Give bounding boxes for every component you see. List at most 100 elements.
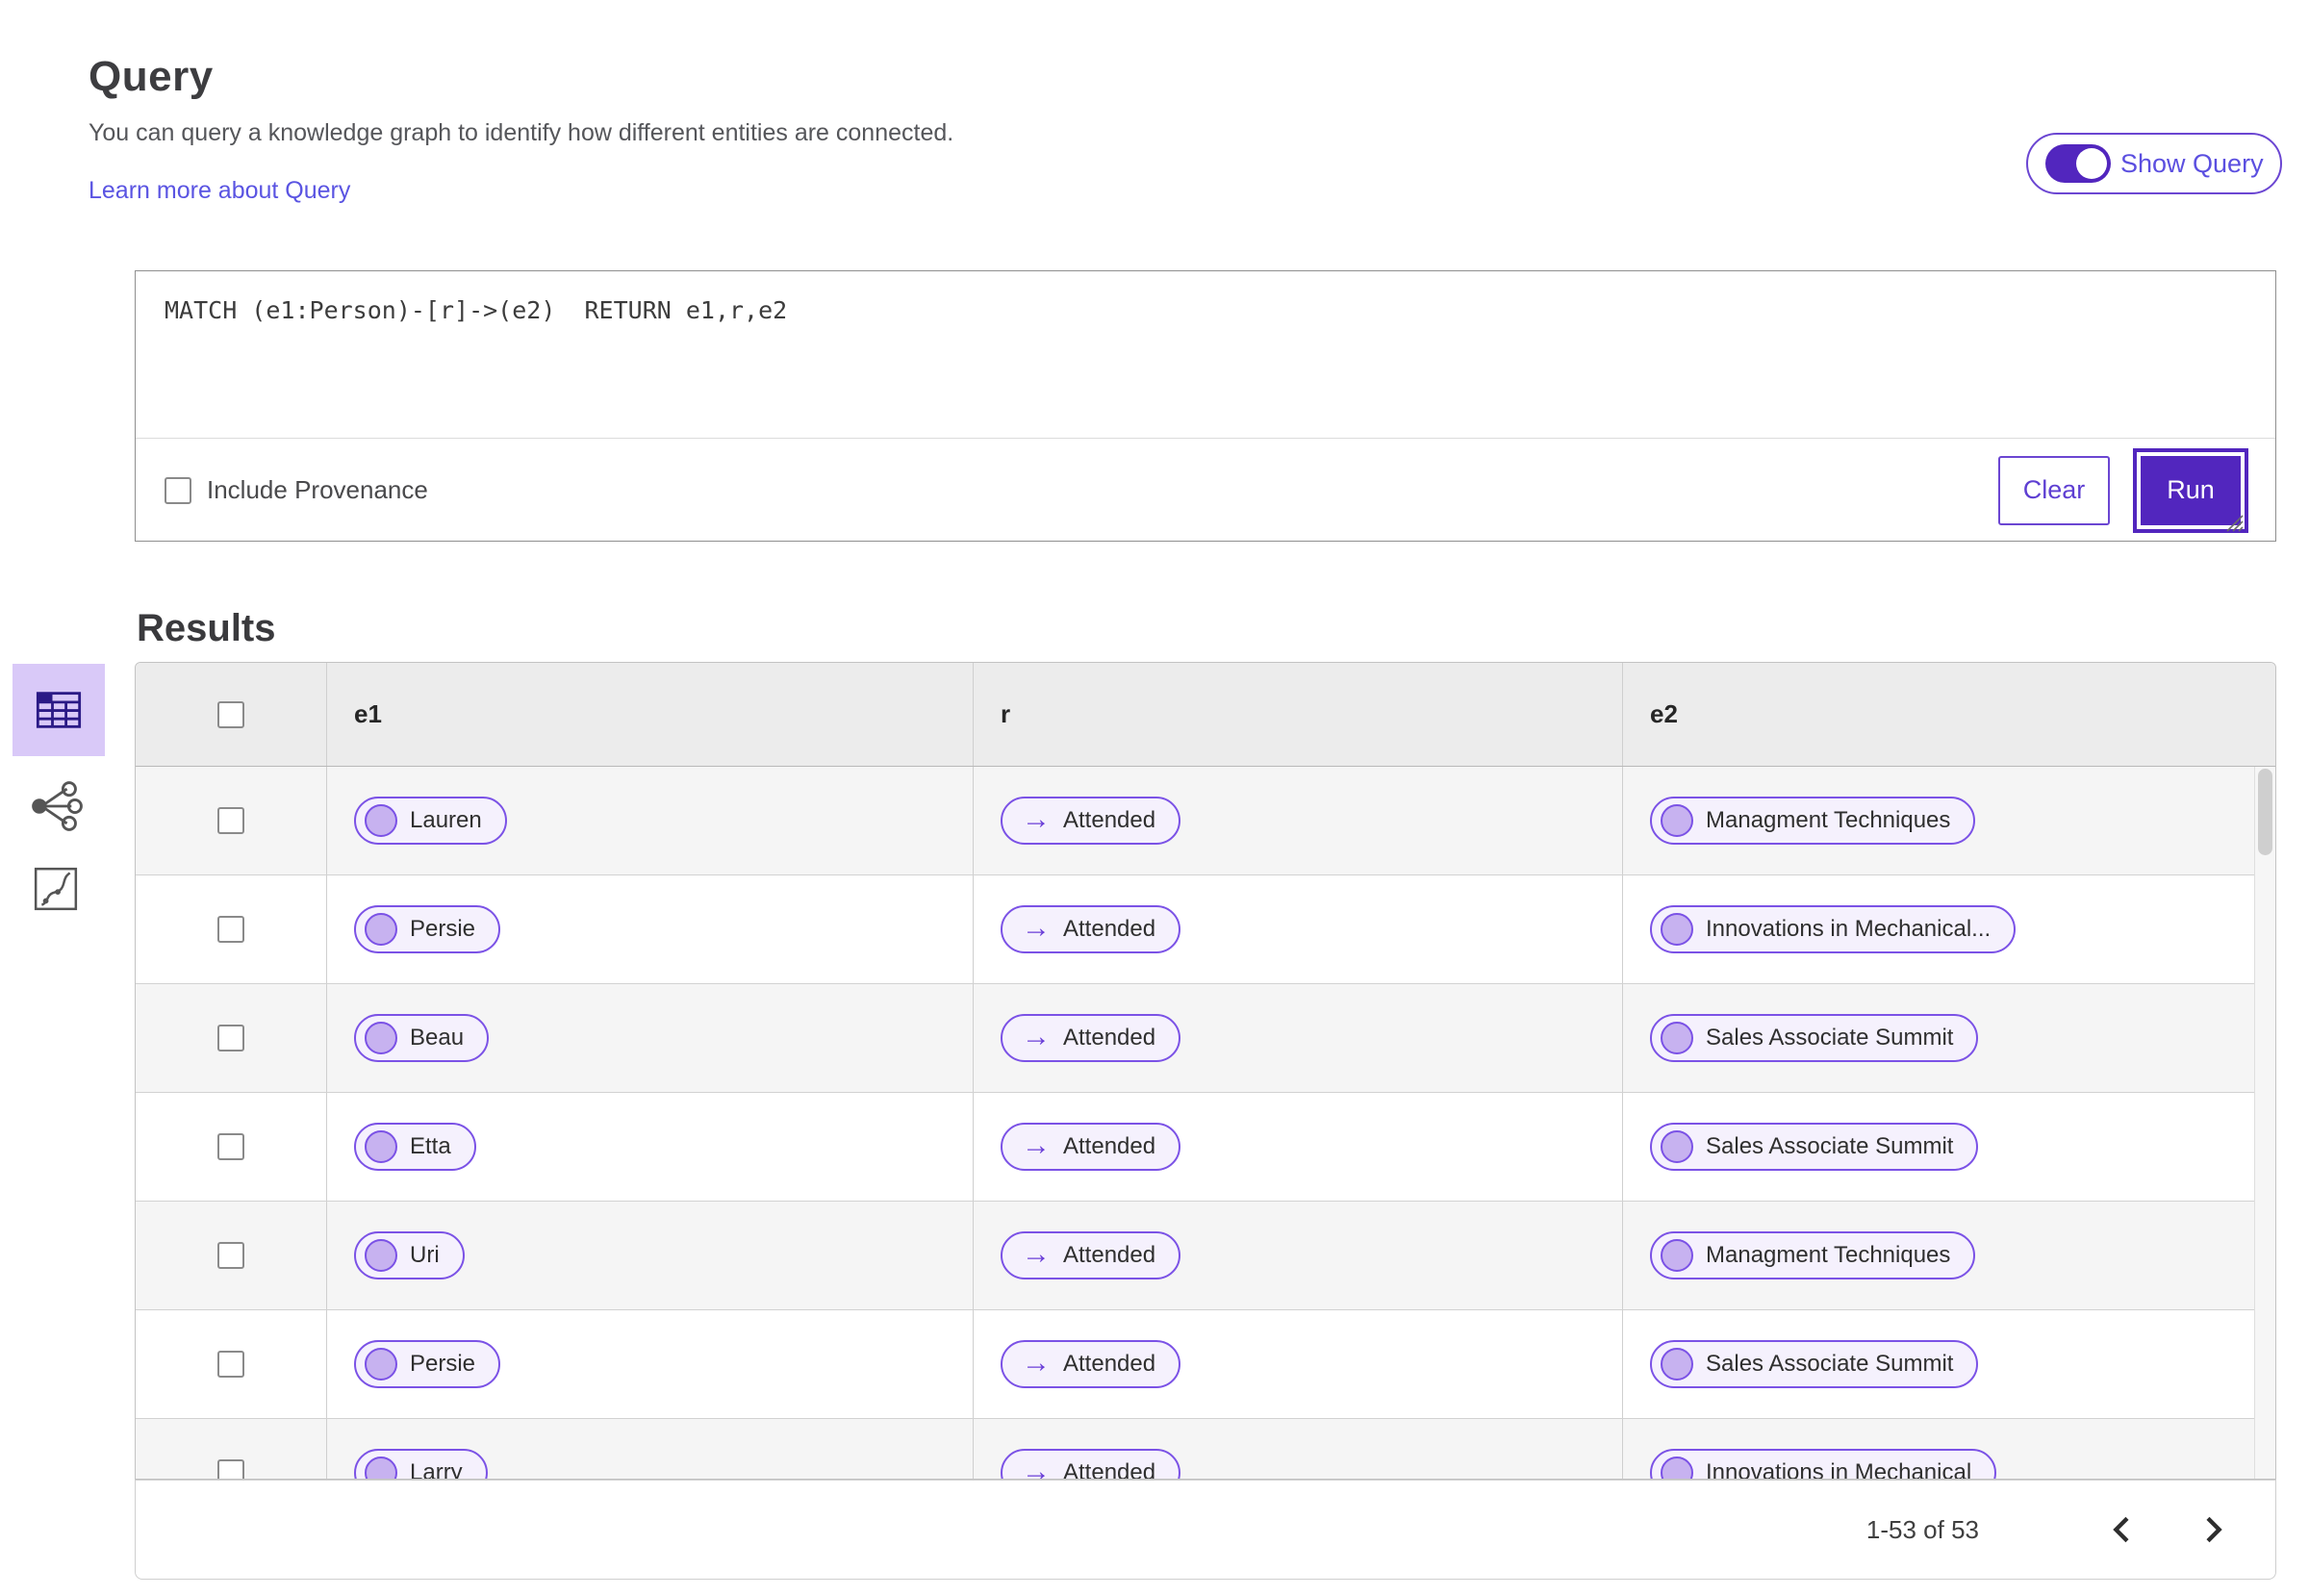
entity-label: Uri	[410, 1242, 440, 1268]
entity-circle-icon	[365, 1348, 397, 1381]
entity-label: Etta	[410, 1133, 451, 1159]
relation-label: Attended	[1063, 916, 1156, 942]
entity-pill-e2[interactable]: Sales Associate Summit	[1650, 1340, 1979, 1388]
column-header-r: r	[973, 663, 1622, 766]
entity-circle-icon	[1661, 913, 1693, 946]
show-query-toggle[interactable]: Show Query	[2026, 133, 2282, 194]
results-title: Results	[137, 607, 276, 650]
entity-pill-e1[interactable]: Persie	[354, 1340, 501, 1388]
entity-circle-icon	[365, 1022, 397, 1054]
entity-pill-e1[interactable]: Beau	[354, 1014, 490, 1062]
relation-pill[interactable]: → Attended	[1001, 1014, 1181, 1062]
entity-circle-icon	[1661, 1022, 1693, 1054]
table-icon	[36, 692, 82, 728]
show-query-toggle-label: Show Query	[2120, 148, 2264, 178]
query-editor-panel: MATCH (e1:Person)-[r]->(e2) RETURN e1,r,…	[135, 270, 2276, 542]
query-footer: Include Provenance Clear Run	[136, 439, 2275, 542]
relation-label: Attended	[1063, 807, 1156, 833]
relation-label: Attended	[1063, 1351, 1156, 1377]
arrow-right-icon: →	[1022, 1129, 1051, 1161]
entity-label: Lauren	[410, 807, 482, 833]
query-input[interactable]: MATCH (e1:Person)-[r]->(e2) RETURN e1,r,…	[136, 271, 2275, 439]
relation-pill[interactable]: → Attended	[1001, 1123, 1181, 1171]
table-row: Lauren → Attended Managment Techniques	[136, 767, 2275, 875]
table-header-row: e1 r e2	[136, 663, 2275, 767]
view-toolbar-table-view[interactable]	[13, 664, 105, 756]
entity-pill-e2[interactable]: Sales Associate Summit	[1650, 1123, 1979, 1171]
page-title: Query	[89, 53, 214, 101]
row-checkbox[interactable]	[217, 1242, 244, 1269]
entity-label: Sales Associate Summit	[1706, 1025, 1954, 1051]
row-checkbox[interactable]	[217, 1133, 244, 1160]
entity-circle-icon	[365, 1457, 397, 1479]
toggle-switch-icon	[2045, 144, 2111, 183]
entity-label: Innovations in Mechanical...	[1706, 916, 1992, 942]
entity-pill-e1[interactable]: Etta	[354, 1123, 476, 1171]
vertical-scrollbar[interactable]	[2254, 767, 2275, 1479]
relation-pill[interactable]: → Attended	[1001, 905, 1181, 953]
row-checkbox[interactable]	[217, 1459, 244, 1479]
entity-circle-icon	[1661, 1457, 1693, 1479]
previous-page-button[interactable]	[2102, 1507, 2143, 1552]
view-toolbar-graph-view[interactable]	[23, 777, 92, 835]
relation-label: Attended	[1063, 1459, 1156, 1479]
entity-circle-icon	[365, 1239, 397, 1272]
table-row: Uri → Attended Managment Techniques	[136, 1202, 2275, 1310]
relation-pill[interactable]: → Attended	[1001, 797, 1181, 845]
entity-circle-icon	[365, 804, 397, 837]
row-checkbox[interactable]	[217, 1025, 244, 1051]
scrollbar-thumb[interactable]	[2258, 769, 2272, 855]
column-header-e2: e2	[1622, 663, 2275, 766]
resize-grip-icon[interactable]	[2221, 510, 2245, 533]
chevron-left-icon	[2113, 1516, 2129, 1543]
arrow-right-icon: →	[1022, 1456, 1051, 1480]
entity-circle-icon	[1661, 1348, 1693, 1381]
entity-circle-icon	[1661, 1130, 1693, 1163]
entity-label: Managment Techniques	[1706, 1242, 1951, 1268]
entity-circle-icon	[365, 1130, 397, 1163]
pagination-bar: 1-53 of 53	[135, 1480, 2276, 1580]
table-row: Persie → Attended Innovations in Mechani…	[136, 875, 2275, 984]
entity-circle-icon	[1661, 1239, 1693, 1272]
entity-label: Sales Associate Summit	[1706, 1133, 1954, 1159]
entity-circle-icon	[1661, 804, 1693, 837]
learn-more-link[interactable]: Learn more about Query	[89, 177, 350, 205]
column-header-e1: e1	[326, 663, 973, 766]
relation-pill[interactable]: → Attended	[1001, 1449, 1181, 1480]
relation-label: Attended	[1063, 1242, 1156, 1268]
entity-pill-e1[interactable]: Larry	[354, 1449, 488, 1479]
view-toolbar-chart-view[interactable]	[29, 862, 83, 916]
entity-label: Sales Associate Summit	[1706, 1351, 1954, 1377]
network-icon	[32, 781, 83, 831]
next-page-button[interactable]	[2193, 1507, 2233, 1552]
entity-pill-e2[interactable]: Managment Techniques	[1650, 1231, 1976, 1279]
relation-pill[interactable]: → Attended	[1001, 1340, 1181, 1388]
relation-pill[interactable]: → Attended	[1001, 1231, 1181, 1279]
relation-label: Attended	[1063, 1025, 1156, 1051]
row-checkbox[interactable]	[217, 807, 244, 834]
entity-label: Persie	[410, 916, 476, 942]
entity-pill-e2[interactable]: Managment Techniques	[1650, 797, 1976, 845]
entity-label: Larry	[410, 1459, 463, 1479]
entity-pill-e1[interactable]: Lauren	[354, 797, 507, 845]
entity-pill-e2[interactable]: Sales Associate Summit	[1650, 1014, 1979, 1062]
table-row: Etta → Attended Sales Associate Summit	[136, 1093, 2275, 1202]
entity-label: Beau	[410, 1025, 465, 1051]
row-checkbox[interactable]	[217, 1351, 244, 1378]
select-all-checkbox[interactable]	[217, 700, 244, 728]
entity-circle-icon	[365, 913, 397, 946]
row-checkbox[interactable]	[217, 916, 244, 943]
entity-pill-e1[interactable]: Uri	[354, 1231, 465, 1279]
clear-button[interactable]: Clear	[1998, 455, 2110, 525]
entity-label: Managment Techniques	[1706, 807, 1951, 833]
entity-pill-e2[interactable]: Innovations in Mechanical	[1650, 1449, 1997, 1479]
chevron-right-icon	[2206, 1516, 2222, 1543]
table-row: Larry → Attended Innovations in Mechanic…	[136, 1419, 2275, 1479]
arrow-right-icon: →	[1022, 1347, 1051, 1379]
entity-pill-e1[interactable]: Persie	[354, 905, 501, 953]
entity-pill-e2[interactable]: Innovations in Mechanical...	[1650, 905, 2017, 953]
include-provenance-checkbox[interactable]	[165, 476, 191, 504]
page-description: You can query a knowledge graph to ident…	[89, 119, 954, 146]
arrow-right-icon: →	[1022, 1021, 1051, 1052]
table-row: Beau → Attended Sales Associate Summit	[136, 984, 2275, 1093]
